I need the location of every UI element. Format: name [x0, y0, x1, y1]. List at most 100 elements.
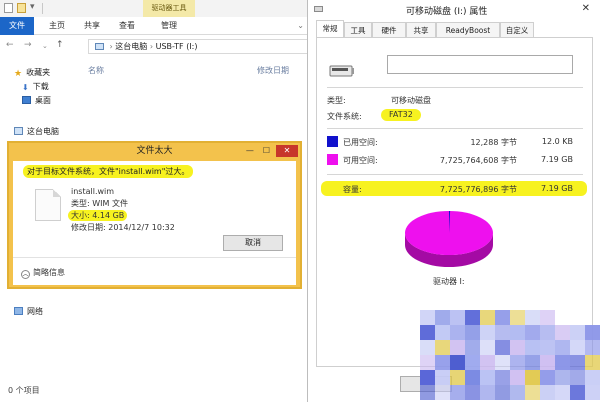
- used-space-swatch: [327, 136, 338, 147]
- toolbar-divider: [42, 3, 43, 14]
- sidebar-item-downloads[interactable]: ⬇ 下载: [22, 80, 49, 94]
- tab-manage[interactable]: 管理: [152, 17, 186, 35]
- forward-arrow-icon[interactable]: →: [24, 40, 32, 50]
- details-toggle[interactable]: ︿ 简略信息: [21, 267, 65, 279]
- watermark-tile: [480, 340, 495, 355]
- new-folder-icon[interactable]: [17, 3, 26, 13]
- capacity-size: 7.19 GB: [540, 184, 573, 193]
- breadcrumb-separator-icon: ›: [109, 42, 113, 51]
- sidebar-item-network[interactable]: 网络: [14, 305, 43, 319]
- watermark-tile: [570, 355, 585, 370]
- watermark-tile: [555, 385, 570, 400]
- back-arrow-icon[interactable]: ←: [6, 40, 14, 50]
- watermark-tile: [525, 370, 540, 385]
- navigation-bar: ← → ⌄ ↑ › 这台电脑 › USB-TF (I:): [0, 36, 312, 56]
- watermark-tile: [510, 385, 525, 400]
- ribbon-collapse-icon[interactable]: ⌄: [297, 21, 304, 30]
- watermark-tile: [570, 340, 585, 355]
- dialog-divider: [13, 257, 296, 258]
- customize-toolbar-icon[interactable]: ▾: [30, 2, 35, 12]
- free-space-label: 可用空间:: [343, 156, 378, 165]
- watermark-tile: [435, 385, 450, 400]
- watermark-tile: [555, 325, 570, 340]
- watermark-tile: [585, 385, 600, 400]
- watermark-tile: [420, 325, 435, 340]
- sidebar-item-this-pc[interactable]: 这台电脑: [14, 125, 59, 139]
- star-icon: ★: [14, 69, 23, 79]
- watermark-tile: [465, 310, 480, 325]
- watermark-tile: [465, 385, 480, 400]
- watermark-tile: [540, 385, 555, 400]
- column-header-modified[interactable]: 修改日期: [257, 65, 289, 76]
- tab-share[interactable]: 共享: [77, 17, 107, 35]
- tab-view[interactable]: 查看: [112, 17, 142, 35]
- tab-customize[interactable]: 自定义: [500, 22, 534, 37]
- up-arrow-icon[interactable]: ↑: [56, 40, 64, 50]
- watermark-tile: [420, 340, 435, 355]
- sidebar-item-label: 这台电脑: [27, 127, 59, 136]
- watermark-tile: [420, 370, 435, 385]
- watermark-tile: [465, 370, 480, 385]
- sidebar-item-desktop[interactable]: 桌面: [22, 94, 51, 108]
- breadcrumb-usb-drive[interactable]: USB-TF (I:): [156, 42, 198, 51]
- watermark-tile: [495, 385, 510, 400]
- tab-file[interactable]: 文件: [0, 17, 34, 35]
- drive-name-input[interactable]: [387, 55, 573, 74]
- watermark-tile: [570, 325, 585, 340]
- properties-icon[interactable]: [4, 3, 13, 13]
- file-too-large-dialog: 文件太大 — ☐ ✕ 对于目标文件系统，文件"install.wim"过大。 i…: [7, 141, 302, 289]
- watermark-tile: [495, 325, 510, 340]
- chevron-up-icon: ︿: [21, 270, 30, 279]
- column-header-name[interactable]: 名称: [88, 65, 104, 76]
- capacity-bytes: 7,725,776,896 字节: [439, 185, 517, 194]
- watermark-tile: [525, 355, 540, 370]
- capacity-row: 容量: 7,725,776,896 字节 7.19 GB: [321, 181, 587, 196]
- close-icon[interactable]: ✕: [276, 145, 298, 157]
- address-bar[interactable]: › 这台电脑 › USB-TF (I:): [88, 39, 310, 54]
- capacity-label: 容量:: [343, 185, 362, 194]
- breadcrumb-separator-icon: ›: [149, 42, 154, 51]
- tab-home[interactable]: 主页: [42, 17, 72, 35]
- properties-titlebar: 可移动磁盘 (I:) 属性 ✕: [308, 0, 600, 20]
- tab-sharing[interactable]: 共享: [406, 22, 436, 37]
- filesystem-label: 文件系统:: [327, 112, 362, 121]
- watermark-tile: [525, 325, 540, 340]
- watermark-tile: [420, 310, 435, 325]
- sidebar-item-label: 收藏夹: [26, 68, 51, 77]
- close-icon[interactable]: ✕: [582, 3, 590, 14]
- type-label: 类型:: [327, 96, 346, 105]
- watermark-tile: [510, 310, 525, 325]
- tab-tools[interactable]: 工具: [344, 22, 372, 37]
- watermark-tile: [465, 340, 480, 355]
- watermark-tile: [420, 355, 435, 370]
- tab-readyboost[interactable]: ReadyBoost: [436, 22, 500, 37]
- minimize-icon[interactable]: —: [243, 145, 257, 157]
- watermark-tile: [540, 355, 555, 370]
- recent-locations-icon[interactable]: ⌄: [42, 42, 48, 50]
- watermark-tile: [480, 385, 495, 400]
- sidebar-item-label: 下载: [32, 82, 49, 91]
- dialog-body: 对于目标文件系统，文件"install.wim"过大。 install.wim …: [13, 161, 296, 285]
- watermark-tile: [480, 310, 495, 325]
- watermark-tile: [555, 340, 570, 355]
- watermark-tile: [540, 340, 555, 355]
- maximize-icon[interactable]: ☐: [259, 145, 273, 157]
- watermark-tile: [585, 325, 600, 340]
- free-space-swatch: [327, 154, 338, 165]
- context-tab-drive-tools: 驱动器工具: [143, 0, 195, 17]
- cancel-button[interactable]: 取消: [223, 235, 283, 251]
- divider: [327, 128, 583, 129]
- breadcrumb-this-pc[interactable]: 这台电脑: [115, 42, 147, 51]
- watermark-tile: [465, 355, 480, 370]
- computer-icon: [14, 127, 23, 135]
- watermark-tile: [450, 340, 465, 355]
- watermark-tile: [510, 370, 525, 385]
- watermark-tile: [450, 370, 465, 385]
- sidebar-item-favorites[interactable]: ★ 收藏夹: [14, 66, 50, 80]
- tab-general[interactable]: 常规: [316, 20, 344, 37]
- watermark-tile: [585, 370, 600, 385]
- watermark-tile: [585, 340, 600, 355]
- tab-hardware[interactable]: 硬件: [372, 22, 406, 37]
- watermark-tile: [510, 340, 525, 355]
- ribbon-tabs: 文件 主页 共享 查看 管理 ⌄: [0, 17, 312, 35]
